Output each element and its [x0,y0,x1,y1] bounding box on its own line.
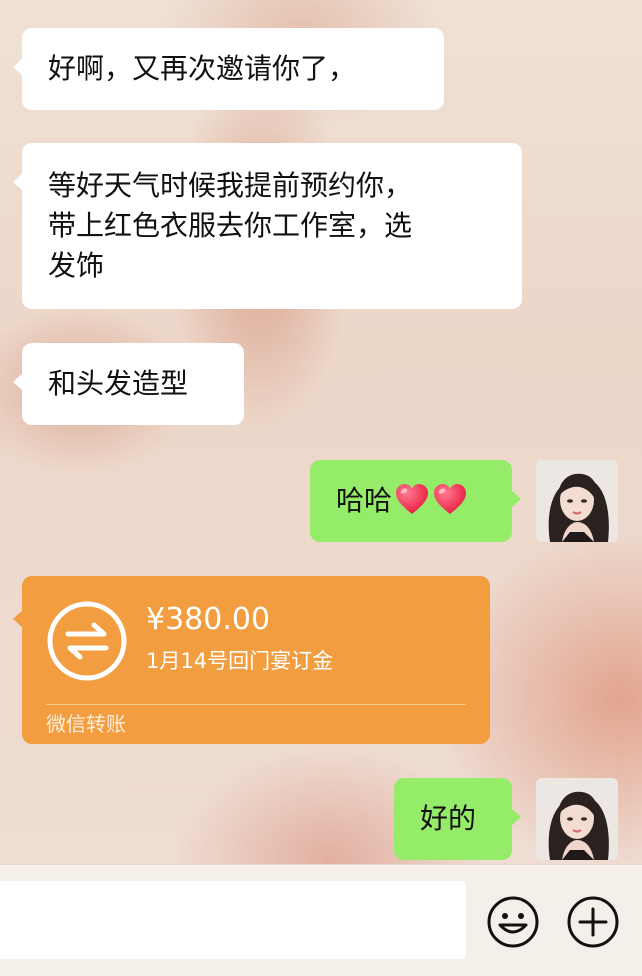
outgoing-message-bubble[interactable]: 哈哈 [310,460,521,542]
avatar-portrait-icon [536,778,618,860]
transfer-arrows-icon [47,601,127,681]
transfer-card[interactable]: ¥380.00 1月14号回门宴订金 微信转账 [13,576,490,744]
emoji-icon[interactable] [486,895,540,949]
avatar[interactable] [536,460,618,542]
message-text: 和头发造型 [48,367,189,400]
message-text: 好的 [420,802,477,835]
transfer-amount: ¥380.00 [146,602,271,637]
transfer-footer-label: 微信转账 [46,712,126,736]
message-text: 等好天气时候我提前预约你， 带上红色衣服去你工作室，选 发饰 [48,169,413,282]
red-heart-icon [396,484,429,514]
message-text: 哈哈 [336,484,393,517]
outgoing-message-bubble[interactable]: 好的 [394,778,521,860]
message-text: 好啊，又再次邀请你了， [48,52,357,85]
transfer-note: 1月14号回门宴订金 [146,649,334,673]
incoming-message-bubble[interactable]: 和头发造型 [13,343,244,425]
incoming-message-bubble[interactable]: 等好天气时候我提前预约你， 带上红色衣服去你工作室，选 发饰 [13,143,522,309]
avatar-portrait-icon [536,460,618,542]
red-heart-icon [434,484,467,514]
message-input[interactable] [0,881,466,959]
avatar[interactable] [536,778,618,860]
plus-icon[interactable] [566,895,620,949]
divider [46,704,466,705]
incoming-message-bubble[interactable]: 好啊，又再次邀请你了， [13,28,444,110]
chat-input-bar [0,864,642,976]
